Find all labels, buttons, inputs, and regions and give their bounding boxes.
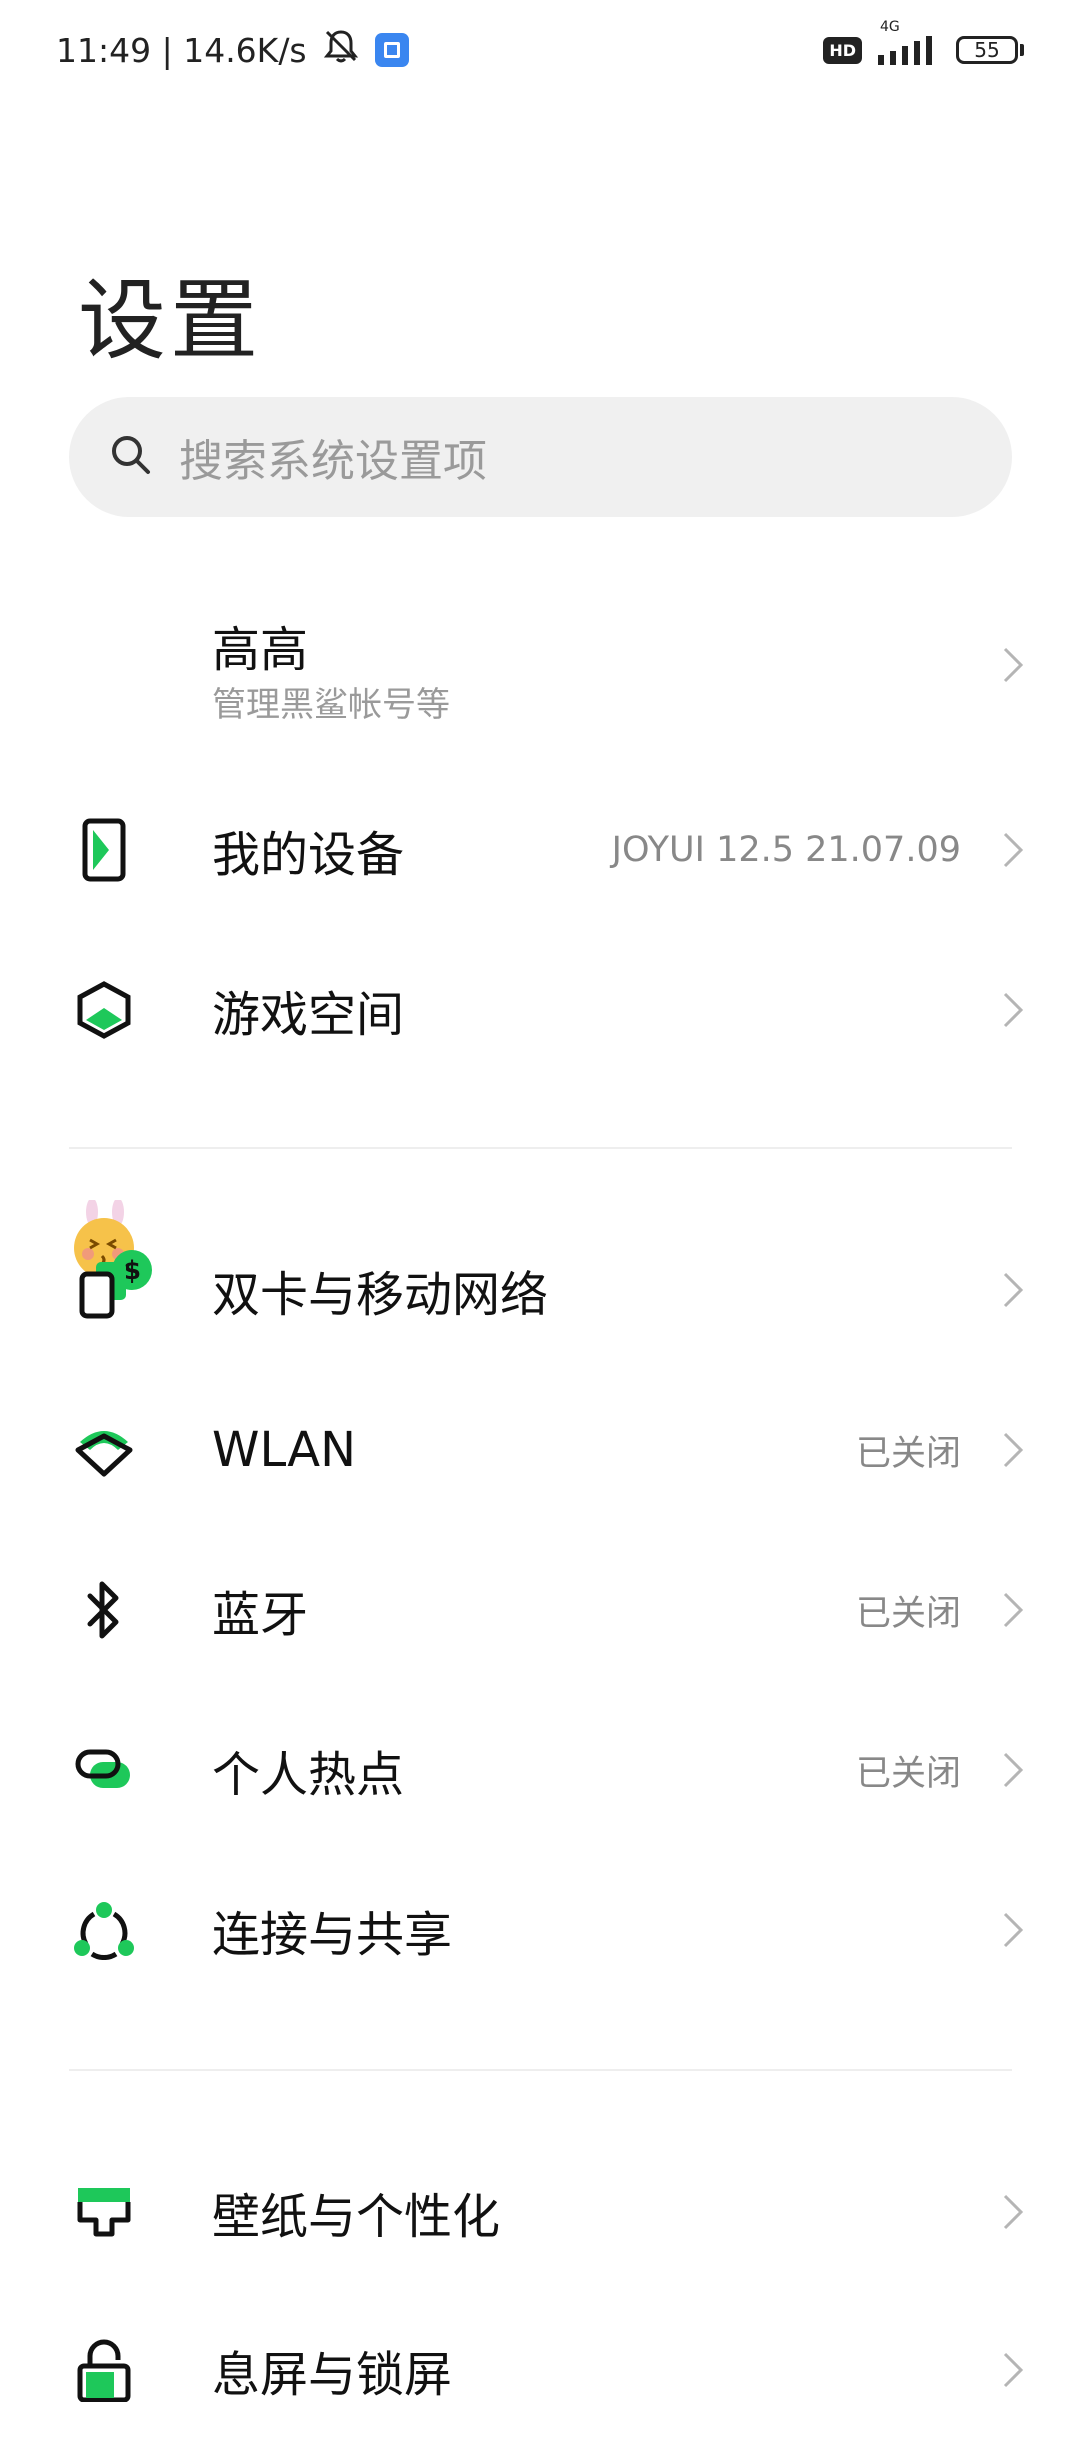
game-space-icon [72,978,136,1042]
chevron-right-icon [998,2189,1028,2235]
row-label: 我的设备 [212,827,405,883]
chevron-right-icon [998,2347,1028,2393]
row-label: 游戏空间 [212,987,405,1043]
mute-notification-icon [321,26,361,74]
battery-level: 55 [956,36,1018,64]
phone-device-icon [72,818,136,882]
settings-row-connection-sharing[interactable]: 连接与共享 [0,1850,1080,2010]
settings-row-lock-screen[interactable]: 息屏与锁屏 [0,2290,1080,2450]
row-label: 蓝牙 [212,1587,309,1643]
chevron-right-icon [998,1747,1028,1793]
row-label: 息屏与锁屏 [212,2347,453,2403]
hd-voice-icon: HD [823,36,862,64]
chevron-right-icon [998,642,1028,688]
settings-row-wlan[interactable]: WLAN 已关闭 [0,1370,1080,1530]
chevron-right-icon [998,1427,1028,1473]
status-bar-right: HD 4G 55 [823,19,1024,67]
sim-card-icon [72,1258,136,1322]
page-title: 设置 [78,269,263,372]
row-value: 已关闭 [855,1753,961,1794]
status-bar: 11:49 | 14.6K/s HD 4G 55 [0,0,1080,100]
row-label: 双卡与移动网络 [212,1267,549,1323]
chevron-right-icon [998,1907,1028,1953]
network-type-label: 4G [880,19,900,35]
search-icon [109,433,153,481]
app-notification-icon [374,33,409,67]
chevron-right-icon [998,987,1028,1033]
hotspot-icon [72,1738,136,1802]
wifi-icon [72,1418,136,1482]
account-name: 高高 [212,622,309,678]
settings-row-wallpaper[interactable]: 壁纸与个性化 [0,2132,1080,2292]
section-divider [69,1147,1012,1149]
settings-row-game-space[interactable]: 游戏空间 [0,930,1080,1090]
row-label: 壁纸与个性化 [212,2189,501,2245]
wallpaper-icon [72,2180,136,2244]
status-bar-left: 11:49 | 14.6K/s [56,26,409,74]
row-value: 已关闭 [855,1593,961,1634]
account-row[interactable]: $ 高高 管理黑鲨帐号等 [0,585,1080,1290]
share-connect-icon [72,1898,136,1962]
signal-icon: 4G [876,19,942,67]
settings-row-hotspot[interactable]: 个人热点 已关闭 [0,1690,1080,1850]
settings-row-my-device[interactable]: 我的设备 JOYUI 12.5 21.07.09 [0,770,1080,930]
bluetooth-icon [72,1578,136,1642]
row-value: JOYUI 12.5 21.07.09 [611,830,961,870]
row-label: 连接与共享 [212,1907,453,1963]
lock-icon [72,2338,136,2402]
chevron-right-icon [998,1267,1028,1313]
account-subtitle: 管理黑鲨帐号等 [212,685,450,725]
status-time-speed: 11:49 | 14.6K/s [56,30,307,70]
row-label: WLAN [212,1422,357,1478]
search-input[interactable]: 搜索系统设置项 [179,425,487,489]
row-value: 已关闭 [855,1433,961,1474]
settings-row-bluetooth[interactable]: 蓝牙 已关闭 [0,1530,1080,1690]
chevron-right-icon [998,827,1028,873]
search-bar[interactable]: 搜索系统设置项 [69,397,1012,517]
row-label: 个人热点 [212,1747,405,1803]
section-divider [69,2069,1012,2071]
battery-icon: 55 [956,36,1024,64]
settings-row-sim[interactable]: 双卡与移动网络 [0,1210,1080,1370]
chevron-right-icon [998,1587,1028,1633]
